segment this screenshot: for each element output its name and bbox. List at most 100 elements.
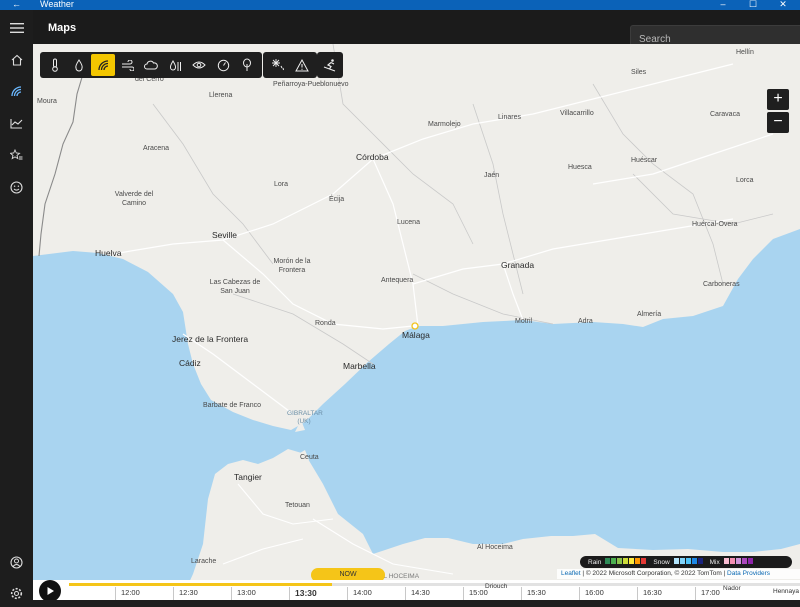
menu-button[interactable] bbox=[0, 14, 33, 42]
timeline-separator bbox=[231, 587, 232, 600]
settings-icon bbox=[10, 587, 23, 599]
temperature-layer-button[interactable] bbox=[43, 54, 67, 76]
timeline-tick[interactable]: 17:00 bbox=[701, 588, 720, 597]
maximize-button[interactable]: ☐ bbox=[746, 0, 760, 10]
place-label: Huelva bbox=[95, 248, 122, 258]
timeline-tick[interactable]: 14:30 bbox=[411, 588, 430, 597]
close-button[interactable]: ✕ bbox=[776, 0, 790, 10]
timeline-separator bbox=[173, 587, 174, 600]
leaflet-link[interactable]: Leaflet bbox=[561, 570, 581, 577]
sidebar-item-maps[interactable] bbox=[0, 77, 33, 105]
severe-weather-layer-button[interactable] bbox=[290, 54, 314, 76]
minimize-button[interactable]: – bbox=[716, 0, 730, 9]
place-label: Larache bbox=[191, 558, 217, 565]
severe-weather-icon bbox=[295, 58, 309, 71]
place-label: Málaga bbox=[402, 330, 430, 340]
zoom-out-button[interactable]: − bbox=[767, 112, 789, 133]
place-label: Caravaca bbox=[710, 111, 740, 118]
settings-button[interactable] bbox=[0, 579, 33, 607]
menu-icon bbox=[9, 23, 24, 33]
window-title: Weather bbox=[40, 0, 74, 9]
attribution-text: | © 2022 Microsoft Corporation, © 2022 T… bbox=[580, 570, 728, 577]
timeline-tick[interactable]: 16:30 bbox=[643, 588, 662, 597]
legend-mix-label: Mix bbox=[709, 558, 720, 566]
timeline-overlay-label: Driouch bbox=[485, 583, 508, 590]
place-label: GIBRALTAR (UK) bbox=[287, 410, 323, 425]
timeline-tick[interactable]: 13:30 bbox=[295, 588, 317, 598]
sidebar-item-home[interactable] bbox=[0, 46, 33, 74]
play-icon bbox=[47, 587, 54, 595]
legend-rain-swatches bbox=[605, 558, 647, 566]
visibility-icon bbox=[192, 61, 206, 69]
legend-swatch bbox=[611, 558, 617, 564]
precipitation-icon bbox=[75, 58, 83, 71]
place-label: Cádiz bbox=[179, 358, 201, 368]
legend-swatch bbox=[691, 558, 697, 564]
map-layer-toolbar bbox=[40, 52, 262, 78]
sidebar-item-life[interactable] bbox=[0, 173, 33, 201]
timeline[interactable]: 12:00 12:30 13:00 13:30 14:00 14:30 15:00 15:30… bbox=[33, 580, 800, 600]
favorites-icon bbox=[10, 149, 23, 160]
place-label: Adra bbox=[578, 318, 593, 325]
wind-layer-button[interactable] bbox=[115, 54, 139, 76]
play-button[interactable] bbox=[39, 580, 61, 600]
legend-mix-swatches bbox=[723, 558, 754, 566]
place-label: Villacarrillo bbox=[560, 110, 594, 117]
precipitation-legend: Rain Snow Mix bbox=[580, 556, 792, 568]
timeline-tick[interactable]: 14:00 bbox=[353, 588, 372, 597]
winter-weather-icon bbox=[272, 59, 284, 71]
place-label: Marmolejo bbox=[428, 121, 461, 128]
place-label: Lorca bbox=[736, 177, 754, 184]
place-label: Almería bbox=[637, 311, 662, 318]
place-label: Morón de la Frontera bbox=[273, 258, 311, 274]
legend-swatch bbox=[741, 558, 747, 564]
timeline-tick[interactable]: 16:00 bbox=[585, 588, 604, 597]
timeline-separator bbox=[521, 587, 522, 600]
legend-swatch bbox=[685, 558, 691, 564]
place-label: Peñarroya-Pueblonuevo bbox=[273, 81, 349, 88]
place-label: Aracena bbox=[143, 145, 170, 152]
pollen-layer-button[interactable] bbox=[235, 54, 259, 76]
timeline-tick[interactable]: 13:00 bbox=[237, 588, 256, 597]
humidity-layer-button[interactable] bbox=[163, 54, 187, 76]
timeline-overlay-label: Hennaya bbox=[773, 588, 800, 595]
timeline-progress[interactable] bbox=[69, 583, 332, 586]
ski-layer-button[interactable] bbox=[318, 54, 342, 76]
legend-swatch bbox=[635, 558, 641, 564]
account-button[interactable] bbox=[0, 548, 33, 576]
radar-icon bbox=[97, 59, 108, 70]
timeline-separator bbox=[695, 587, 696, 600]
life-icon bbox=[10, 180, 23, 194]
precipitation-layer-button[interactable] bbox=[67, 54, 91, 76]
data-providers-link[interactable]: Data Providers bbox=[727, 570, 770, 577]
sidebar-item-historical-weather[interactable] bbox=[0, 109, 33, 137]
winter-weather-layer-button[interactable] bbox=[266, 54, 290, 76]
timeline-separator bbox=[579, 587, 580, 600]
place-label: Barbate de Franco bbox=[203, 402, 261, 409]
cloud-layer-button[interactable] bbox=[139, 54, 163, 76]
place-label: Al Hoceima bbox=[477, 544, 513, 551]
place-label: Seville bbox=[212, 230, 238, 240]
pressure-layer-button[interactable] bbox=[211, 54, 235, 76]
timeline-tick[interactable]: 12:00 bbox=[121, 588, 140, 597]
home-icon bbox=[11, 54, 22, 66]
pressure-icon bbox=[217, 59, 229, 71]
place-label: Jerez de la Frontera bbox=[172, 334, 249, 344]
timeline-tick[interactable]: 15:30 bbox=[527, 588, 546, 597]
temperature-icon bbox=[52, 58, 58, 72]
legend-snow-label: Snow bbox=[653, 558, 670, 566]
place-label: Marbella bbox=[343, 361, 376, 371]
map-view[interactable]: Moura del Cerro Llerena Peñarroya-Pueblo… bbox=[33, 44, 800, 600]
legend-swatch bbox=[617, 558, 623, 564]
cloud-icon bbox=[144, 60, 158, 70]
radar-layer-button[interactable] bbox=[91, 54, 115, 76]
place-label: Córdoba bbox=[356, 152, 389, 162]
place-label: Las Cabezas de San Juan bbox=[209, 279, 261, 295]
map-attribution: Leaflet | © 2022 Microsoft Corporation, … bbox=[557, 569, 800, 579]
timeline-tick[interactable]: 12:30 bbox=[179, 588, 198, 597]
visibility-layer-button[interactable] bbox=[187, 54, 211, 76]
zoom-in-button[interactable]: + bbox=[767, 89, 789, 110]
sidebar-item-favorites[interactable] bbox=[0, 141, 33, 169]
back-button[interactable]: ← bbox=[12, 0, 21, 9]
sidebar bbox=[0, 10, 33, 600]
